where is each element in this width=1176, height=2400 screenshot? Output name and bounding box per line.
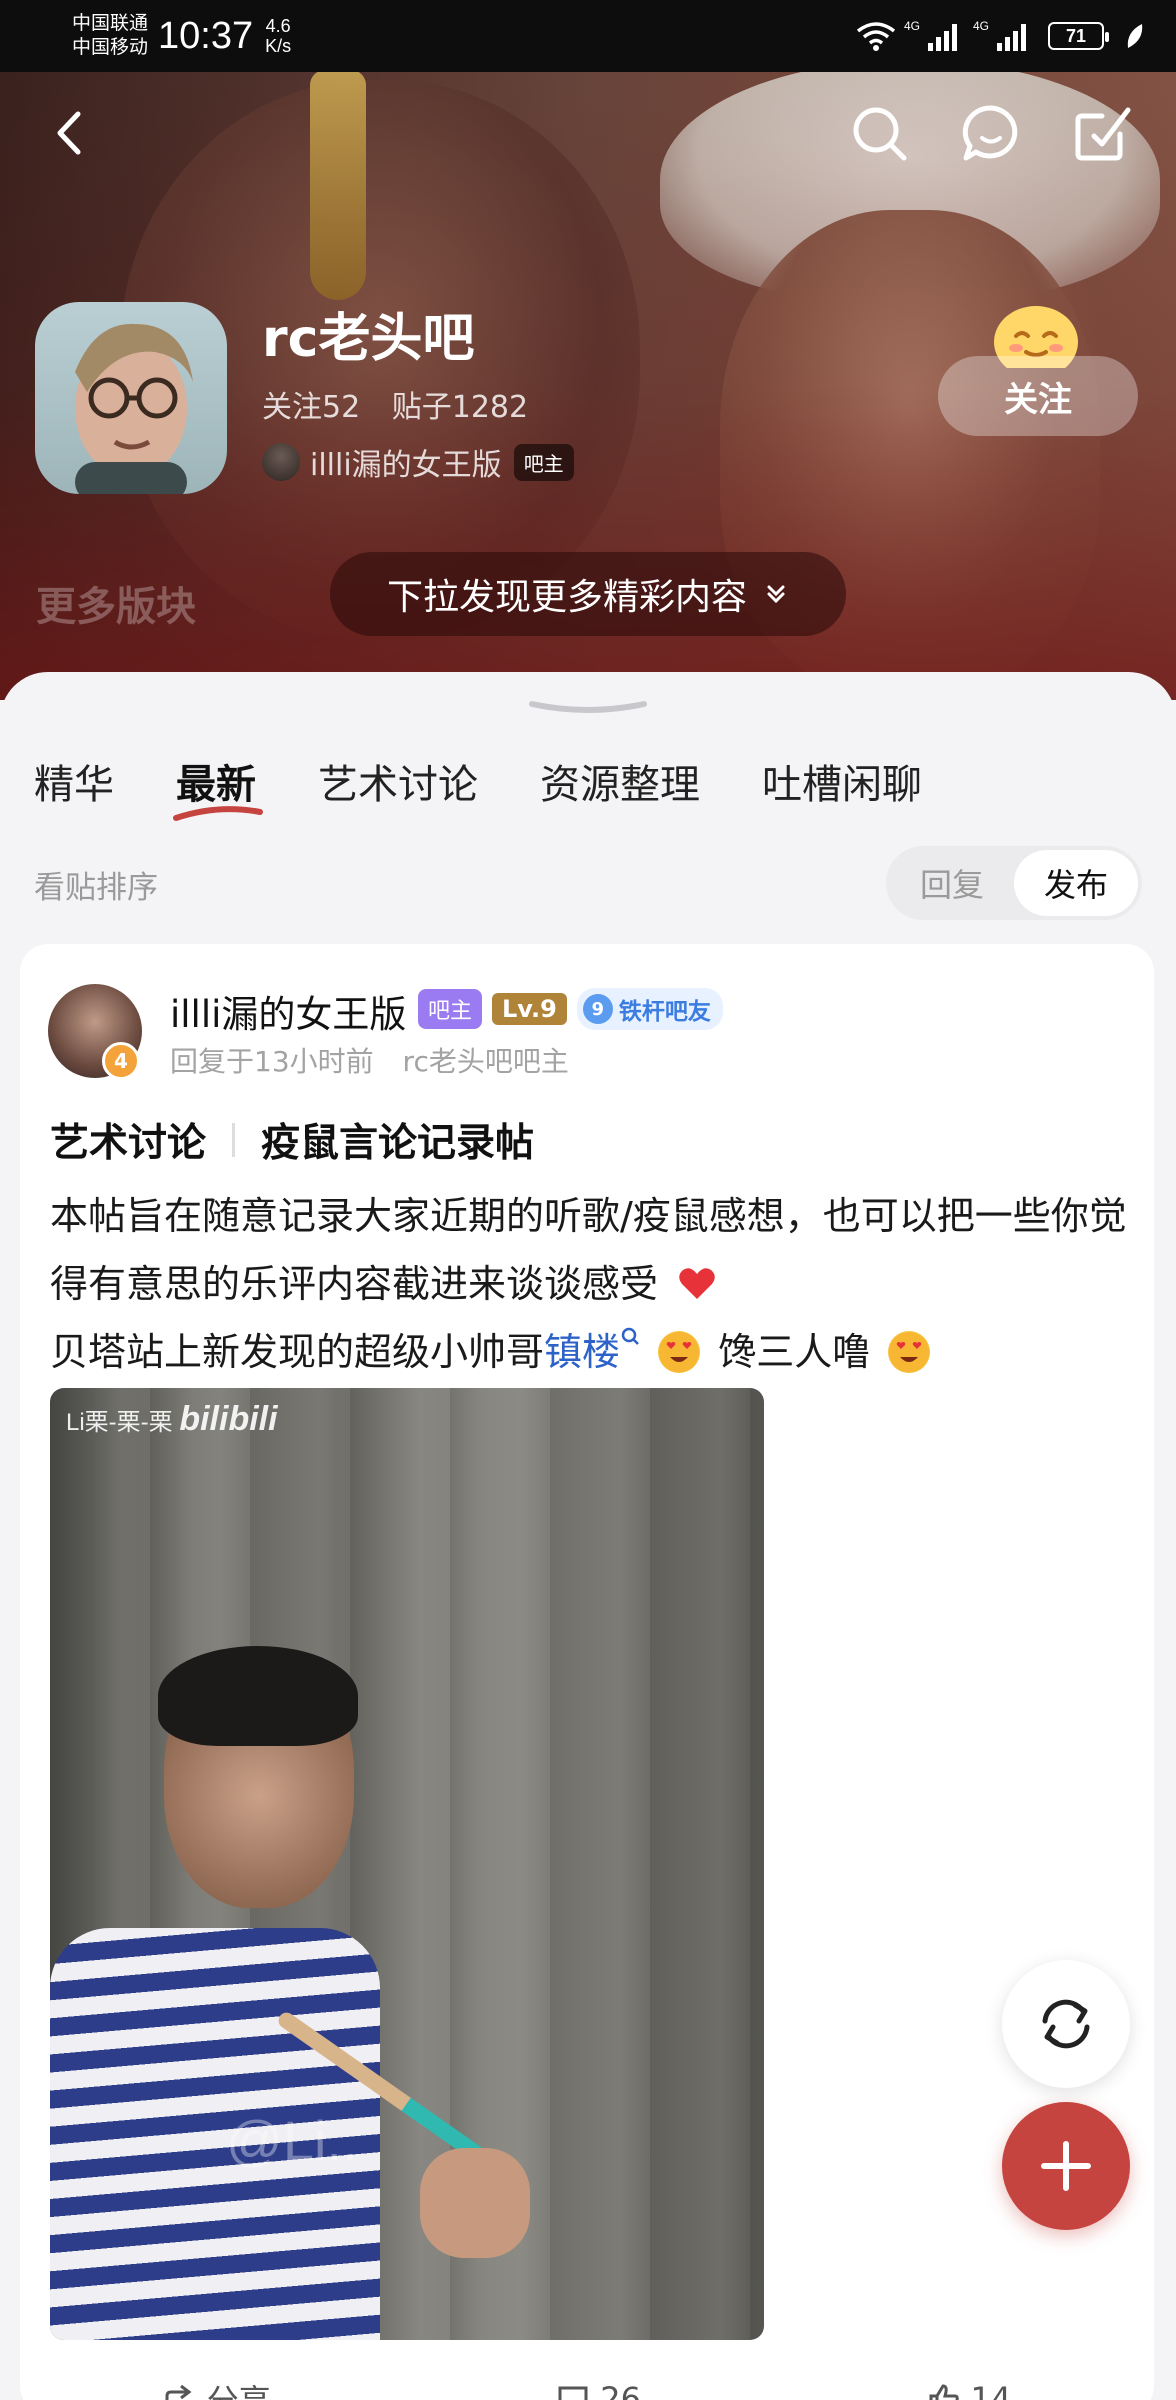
carrier-names: 中国联通 中国移动 [72, 12, 148, 60]
tab-art-discussion[interactable]: 艺术讨论 [318, 752, 478, 810]
owner-role-badge: 吧主 [418, 989, 483, 1029]
body-line-2-prefix: 贝塔站上新发现的超级小帅哥 [50, 1330, 545, 1374]
drag-handle[interactable] [528, 700, 648, 714]
share-icon [165, 2384, 192, 2400]
signal-icon-2: 4G [973, 19, 1026, 51]
more-sections-label[interactable]: 更多版块 [36, 574, 196, 632]
forum-stats: 关注52 贴子1282 [262, 382, 550, 426]
network-type-2: 4G [973, 19, 990, 33]
sort-by-publish[interactable]: 发布 [1014, 850, 1138, 916]
body-line-2-suffix: 馋三人噜 [718, 1330, 871, 1374]
post-actions: 分享 26 14 [20, 2376, 1154, 2400]
wifi-icon [856, 22, 896, 51]
post-meta: 回复于13小时前 rc老头吧吧主 [170, 1040, 589, 1080]
post-image[interactable]: Li栗-栗-栗 bilibili @Li.. [50, 1388, 764, 2340]
title-divider [232, 1123, 236, 1157]
fan-badge-number: 9 [582, 994, 613, 1024]
image-figure-hair [158, 1646, 358, 1746]
inline-link-zhenlou[interactable]: 镇楼 [544, 1330, 620, 1374]
tab-latest[interactable]: 最新 [173, 752, 263, 821]
owner-name: illli漏的女王版 [310, 448, 502, 483]
tab-chitchat[interactable]: 吐槽闲聊 [762, 752, 922, 810]
fan-badge: 9 铁杆吧友 [576, 988, 723, 1030]
pull-down-hint[interactable]: 下拉发现更多精彩内容 [330, 552, 846, 636]
like-button[interactable]: 14 [927, 2376, 1012, 2400]
reply-time: 回复于13小时前 [170, 1045, 374, 1078]
share-button[interactable]: 分享 [163, 2376, 271, 2400]
image-watermark-top: Li栗-栗-栗 bilibili [66, 1400, 278, 1438]
post-card[interactable]: 4 illli漏的女王版 吧主 Lv.9 9 铁杆吧友 回复于13小时前 rc老… [20, 944, 1154, 2400]
tab-featured[interactable]: 精华 [34, 752, 114, 810]
sign-in-icon[interactable] [1070, 100, 1136, 166]
carrier-1: 中国联通 [72, 13, 149, 34]
carrier-2: 中国移动 [72, 37, 149, 58]
follow-button[interactable]: 关注 [938, 356, 1138, 436]
image-figure-hand [420, 2148, 530, 2258]
battery-icon: 71 [1048, 22, 1109, 50]
like-count: 14 [970, 2380, 1012, 2400]
refresh-button[interactable] [1002, 1960, 1130, 2088]
fan-badge-label: 铁杆吧友 [618, 999, 711, 1025]
leaf-icon [1127, 24, 1143, 48]
owner-badge: 吧主 [513, 443, 574, 481]
comment-button[interactable]: 26 [556, 2376, 641, 2400]
sort-by-reply[interactable]: 回复 [890, 850, 1014, 916]
network-speed: 4.6 K/s [265, 16, 291, 56]
comment-count: 26 [600, 2380, 641, 2400]
search-icon[interactable] [846, 100, 912, 166]
signal-icon: 4G [904, 19, 957, 51]
heart-icon [679, 1268, 715, 1299]
level-badge: Lv.9 [492, 993, 567, 1025]
sort-label: 看贴排序 [34, 870, 158, 906]
author-level-dot: 4 [102, 1042, 140, 1080]
forum-avatar-portrait [75, 323, 193, 494]
image-watermark-mid: @Li.. [226, 2109, 358, 2172]
post-title: 疫鼠言论记录帖 [261, 1121, 535, 1166]
active-tab-underline [173, 806, 263, 821]
tab-bar: 精华 最新 艺术讨论 资源整理 吐槽闲聊 [34, 752, 984, 821]
sort-toggle[interactable]: 回复 发布 [886, 846, 1142, 920]
double-chevron-down-icon [767, 585, 785, 604]
search-link-icon [621, 1327, 639, 1345]
follow-count: 关注52 [262, 390, 361, 425]
tab-resources[interactable]: 资源整理 [540, 752, 700, 810]
post-title-row[interactable]: 艺术讨论 疫鼠言论记录帖 [50, 1112, 534, 1168]
content-sheet: 精华 最新 艺术讨论 资源整理 吐槽闲聊 看贴排序 回复 发布 4 illli漏… [0, 672, 1176, 2400]
pull-hint-text: 下拉发现更多精彩内容 [386, 577, 747, 618]
forum-title: rc老头吧 [262, 309, 475, 369]
author-badges: 吧主 Lv.9 9 铁杆吧友 [418, 988, 723, 1030]
bilibili-logo: bilibili [179, 1400, 278, 1438]
speed-unit: K/s [265, 36, 292, 56]
post-body: 本帖旨在随意记录大家近期的听歌/疫鼠感想，也可以把一些你觉得有意思的乐评内容截进… [50, 1182, 1130, 1386]
owner-avatar [262, 443, 300, 481]
forum-owner[interactable]: illli漏的女王版 吧主 [262, 440, 574, 484]
body-line-1: 本帖旨在随意记录大家近期的听歌/疫鼠感想，也可以把一些你觉得有意思的乐评内容截进… [50, 1194, 1127, 1306]
heart-eyes-emoji-icon-2 [888, 1331, 931, 1373]
post-count: 贴子1282 [391, 390, 529, 425]
author-role: rc老头吧吧主 [402, 1045, 569, 1078]
author-name[interactable]: illli漏的女王版 [170, 984, 406, 1038]
forum-avatar[interactable] [35, 302, 227, 494]
thumbs-up-icon [929, 2384, 959, 2400]
comment-icon [558, 2386, 588, 2400]
heart-eyes-emoji-icon [658, 1331, 701, 1373]
back-icon[interactable] [36, 100, 102, 166]
status-bar: 中国联通 中国移动 10:37 4.6 K/s 4G 4G 71 [0, 0, 1176, 72]
create-post-button[interactable] [1002, 2102, 1130, 2230]
share-label: 分享 [207, 2376, 271, 2400]
clock: 10:37 [158, 14, 254, 57]
network-type-1: 4G [904, 19, 921, 33]
post-category[interactable]: 艺术讨论 [50, 1112, 206, 1168]
refresh-icon [1042, 1999, 1090, 2049]
speed-value: 4.6 [265, 16, 291, 36]
message-icon[interactable] [958, 100, 1024, 166]
plus-icon [1041, 2141, 1091, 2191]
battery-level: 71 [1065, 25, 1087, 46]
status-icons: 4G 4G 71 [856, 19, 1146, 51]
